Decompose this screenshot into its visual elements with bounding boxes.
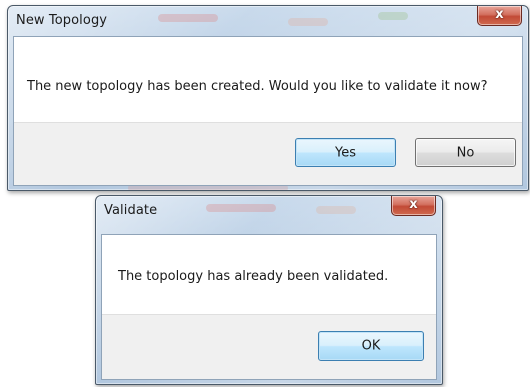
dialog-message: The topology has already been validated. (118, 269, 389, 284)
validate-dialog: Validate x The topology has already been… (95, 195, 443, 385)
close-icon: x (409, 197, 418, 212)
no-button[interactable]: No (415, 138, 516, 167)
dialog-title: Validate (104, 203, 158, 218)
new-topology-dialog: New Topology x The new topology has been… (7, 5, 529, 191)
yes-button[interactable]: Yes (295, 138, 396, 167)
button-area: OK (102, 314, 436, 379)
close-icon: x (495, 7, 504, 22)
ok-button[interactable]: OK (318, 331, 424, 361)
dialog-title: New Topology (16, 13, 108, 28)
close-button[interactable]: x (477, 6, 522, 26)
title-bar[interactable]: Validate x (96, 196, 442, 226)
no-button-label: No (456, 145, 475, 160)
title-bar[interactable]: New Topology x (8, 6, 528, 36)
dialog-content: The new topology has been created. Would… (13, 36, 523, 186)
dialog-content: The topology has already been validated.… (101, 234, 437, 380)
yes-button-label: Yes (335, 145, 356, 160)
ok-button-label: OK (361, 338, 381, 354)
dialog-message: The new topology has been created. Would… (27, 79, 488, 94)
close-button[interactable]: x (391, 196, 436, 216)
button-area: Yes No (14, 122, 522, 185)
